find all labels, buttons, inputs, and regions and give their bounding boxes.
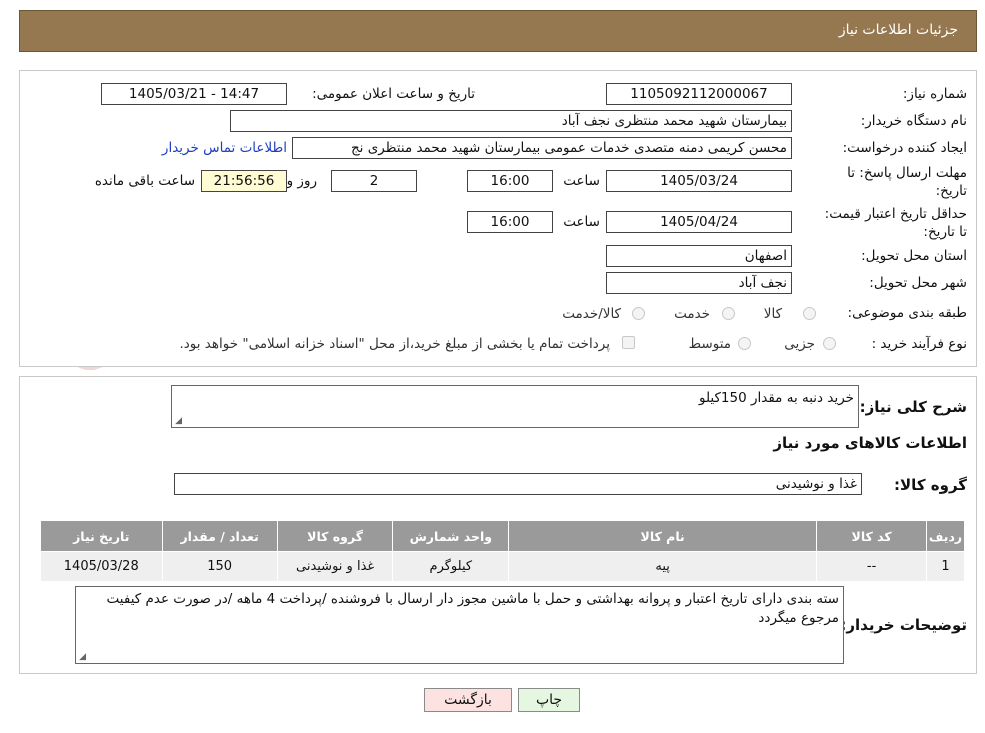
cell-quantity: 150 [161,551,278,582]
province-label: استان محل تحویل: [861,248,967,264]
col-quantity: تعداد / مقدار [161,520,278,552]
resize-handle-icon[interactable]: ◢ [174,417,182,426]
buyer-notes-label: توضیحات خریدار: [840,616,967,634]
category-goods-service-label: کالا/خدمت [562,306,621,322]
announce-label: تاریخ و ساعت اعلان عمومی: [312,86,475,102]
category-service-radio[interactable] [722,307,735,320]
remaining-label: ساعت باقی مانده [94,173,195,189]
cell-item-name: پیه [508,551,818,582]
cell-need-date: 1405/03/28 [40,551,163,582]
category-goods-label: کالا [763,306,782,322]
description-textarea: خرید دنبه به مقدار 150کیلو ◢ [171,385,859,428]
buyer-org-label: نام دستگاه خریدار: [860,113,967,129]
cell-goods-group: غذا و نوشیدنی [276,551,394,582]
col-item-code: کد کالا [816,520,928,552]
goods-table: ردیف کد کالا نام کالا واحد شمارش گروه کا… [40,520,965,582]
price-validity-date-field: 1405/04/24 [606,211,792,233]
requester-field: محسن کریمی دمنه متصدی خدمات عمومی بیمارس… [292,137,792,159]
treasury-payment-checkbox[interactable] [622,336,635,349]
buyer-contact-link[interactable]: اطلاعات تماس خریدار [162,140,287,156]
category-service-label: خدمت [674,306,710,322]
process-medium-radio[interactable] [738,337,751,350]
city-label: شهر محل تحویل: [869,275,967,291]
col-goods-group: گروه کالا [276,520,394,552]
category-goods-service-radio[interactable] [632,307,645,320]
process-small-label: جزیی [784,336,815,352]
cell-row-number: 1 [926,551,965,582]
col-item-name: نام کالا [508,520,818,552]
deadline-time-field: 16:00 [467,170,553,192]
process-small-radio[interactable] [823,337,836,350]
need-number-field: 1105092112000067 [606,83,792,105]
province-field: اصفهان [606,245,792,267]
need-number-label: شماره نیاز: [902,86,967,102]
goods-info-title: اطلاعات کالاهای مورد نیاز [773,434,967,452]
buyer-notes-text: سته بندی دارای تاریخ اعتبار و پروانه بهد… [106,591,839,626]
print-button[interactable]: چاپ [518,688,580,712]
announce-datetime-field: 1405/03/21 - 14:47 [101,83,287,105]
goods-group-label: گروه کالا: [894,476,967,494]
description-label: شرح کلی نیاز: [859,398,967,416]
days-label: روز و [286,173,317,189]
deadline-label: مهلت ارسال پاسخ: تا تاریخ: [847,165,967,199]
deadline-time-label: ساعت [563,173,600,189]
cell-item-code: -- [816,551,928,582]
process-medium-label: متوسط [688,336,731,352]
buyer-notes-textarea: سته بندی دارای تاریخ اعتبار و پروانه بهد… [75,586,844,664]
city-field: نجف آباد [606,272,792,294]
cell-unit: کیلوگرم [392,551,510,582]
col-unit: واحد شمارش [392,520,510,552]
category-label: طبقه بندی موضوعی: [847,305,967,321]
process-label: نوع فرآیند خرید : [871,336,967,352]
price-validity-label: حداقل تاریخ اعتبار قیمت: تا تاریخ: [824,206,967,240]
back-button[interactable]: بازگشت [424,688,512,712]
deadline-date-field: 1405/03/24 [606,170,792,192]
days-remaining-field: 2 [331,170,417,192]
col-need-date: تاریخ نیاز [40,520,163,552]
price-validity-time-label: ساعت [563,214,600,230]
buyer-org-field: بیمارستان شهید محمد منتظری نجف آباد [230,110,792,132]
resize-handle-icon[interactable]: ◢ [78,653,86,662]
page-title: جزئیات اطلاعات نیاز [838,22,958,38]
price-validity-time-field: 16:00 [467,211,553,233]
col-row-number: ردیف [926,520,965,552]
goods-table-header-row: ردیف کد کالا نام کالا واحد شمارش گروه کا… [40,520,965,552]
goods-group-field: غذا و نوشیدنی [174,473,862,495]
treasury-payment-note: پرداخت تمام یا بخشی از مبلغ خرید،از محل … [179,336,610,352]
table-row: 1 -- پیه کیلوگرم غذا و نوشیدنی 150 1405/… [40,551,965,582]
page-header: جزئیات اطلاعات نیاز [19,10,977,52]
remaining-time-field: 21:56:56 [201,170,287,192]
category-goods-radio[interactable] [803,307,816,320]
requester-label: ایجاد کننده درخواست: [842,140,967,156]
description-text: خرید دنبه به مقدار 150کیلو [698,390,854,406]
